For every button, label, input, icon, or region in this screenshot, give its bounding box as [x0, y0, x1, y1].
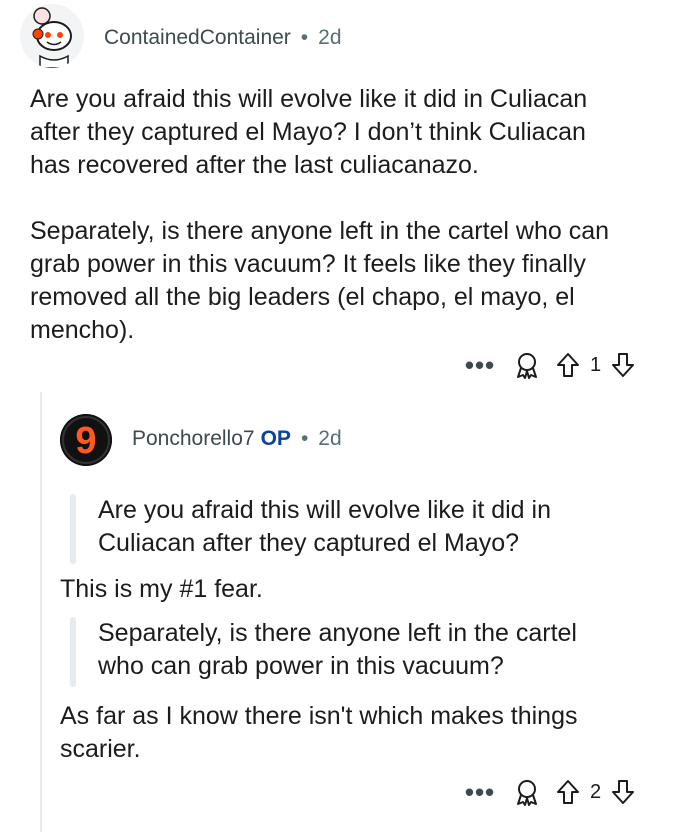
award-icon[interactable] [502, 350, 552, 380]
user-avatar[interactable]: 9 [60, 414, 112, 466]
quote-bar [70, 494, 76, 564]
comment-actions: ••• 1 [458, 345, 639, 385]
text-line: who can grab power in this vacuum? [98, 652, 504, 680]
text-line: after they captured el Mayo? I don’t thi… [30, 118, 586, 146]
comment-paragraph: Are you afraid this will evolve like it … [30, 83, 680, 182]
comment-paragraph: Separately, is there anyone left in the … [30, 215, 680, 347]
meta-separator: • [300, 427, 309, 450]
thread-line[interactable] [40, 392, 42, 832]
quote-bar [70, 617, 76, 687]
text-line: Separately, is there anyone left in the … [30, 217, 610, 245]
blockquote: Separately, is there anyone left in the … [98, 617, 678, 683]
username[interactable]: Ponchorello7 [132, 427, 255, 451]
username[interactable]: ContainedContainer [104, 26, 291, 50]
op-badge: OP [260, 427, 291, 450]
comment-actions: ••• 2 [458, 772, 639, 812]
text-line: Are you afraid this will evolve like it … [98, 496, 551, 524]
text-line: Culiacan after they captured el Mayo? [98, 529, 520, 557]
vote-score: 2 [590, 780, 602, 803]
award-icon[interactable] [502, 777, 552, 807]
reply-text: This is my #1 fear. [60, 575, 263, 603]
comment-age: 2d [318, 26, 342, 49]
text-line: has recovered after the last culiacanazo… [30, 151, 479, 179]
text-line: removed all the big leaders (el chapo, e… [30, 283, 575, 311]
comment-body: Are you afraid this will evolve like it … [30, 83, 680, 347]
comment-meta: Ponchorello7 OP • 2d [132, 425, 342, 453]
snoo-avatar-icon [20, 4, 84, 68]
upvote-icon[interactable] [552, 351, 584, 379]
downvote-icon[interactable] [607, 778, 639, 806]
user-avatar[interactable] [20, 4, 84, 68]
reply-text: As far as I know there isn't which makes… [60, 700, 680, 766]
comment-meta: ContainedContainer • 2d [104, 24, 342, 52]
blockquote: Are you afraid this will evolve like it … [98, 494, 678, 560]
text-line: Separately, is there anyone left in the … [98, 619, 577, 647]
text-line: As far as I know there isn't which makes… [60, 702, 578, 730]
more-options-button[interactable]: ••• [458, 779, 502, 805]
more-options-button[interactable]: ••• [458, 352, 502, 378]
text-line: grab power in this vacuum? It feels like… [30, 250, 586, 278]
svg-text:9: 9 [75, 420, 96, 462]
meta-separator: • [300, 26, 309, 49]
upvote-icon[interactable] [552, 778, 584, 806]
nine-avatar-icon: 9 [60, 414, 112, 466]
comment-age: 2d [318, 427, 342, 450]
vote-score: 1 [590, 353, 602, 376]
text-line: scarier. [60, 735, 141, 763]
text-line: Are you afraid this will evolve like it … [30, 85, 588, 113]
text-line: mencho). [30, 316, 135, 344]
downvote-icon[interactable] [607, 351, 639, 379]
